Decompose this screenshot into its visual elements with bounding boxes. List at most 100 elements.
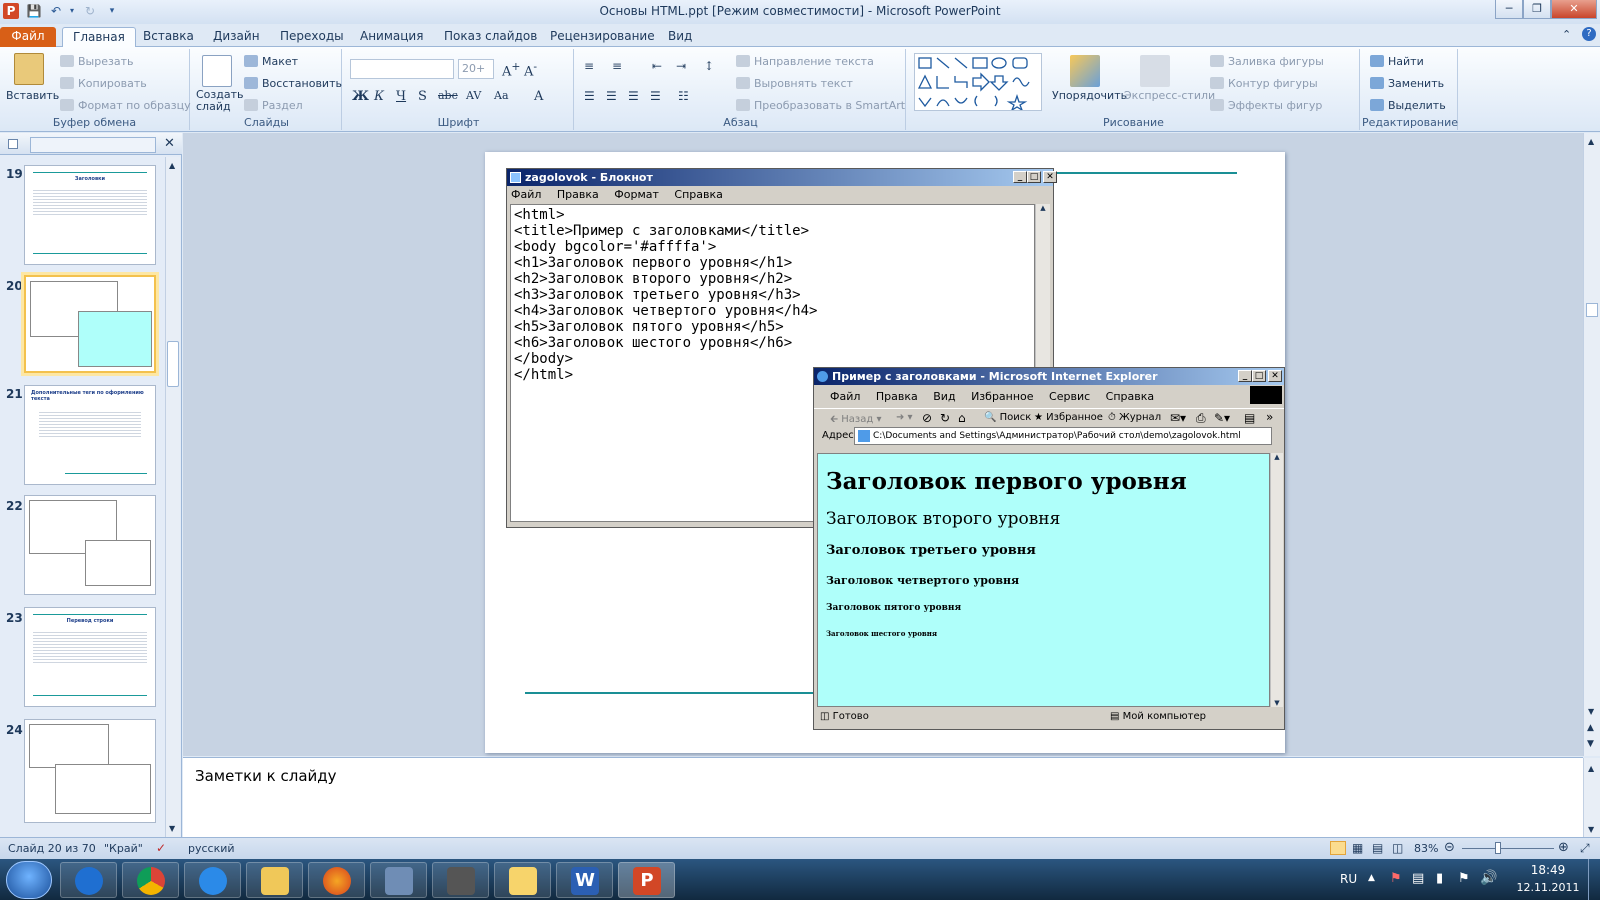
line-spacing-icon[interactable]: ↕ [704,59,714,73]
tab-design[interactable]: Дизайн [203,27,270,47]
close-button[interactable]: ✕ [1551,0,1597,19]
slide-vertical-scrollbar[interactable]: ▲ ▼ ▲ ▼ [1583,133,1600,756]
align-center-icon[interactable]: ☰ [606,89,617,103]
spellcheck-icon[interactable]: ✓ [156,841,166,855]
power-icon[interactable]: ▮ [1436,871,1443,886]
scroll-down-icon[interactable]: ▼ [169,824,175,833]
scroll-up-icon[interactable]: ▲ [1271,453,1283,461]
ie-favorites-button[interactable]: ★ Избранное [1034,412,1103,423]
scroll-up-icon[interactable]: ▲ [1588,137,1594,146]
quick-styles-button[interactable]: Экспресс-стили [1124,89,1215,102]
ie-menu-tools[interactable]: Сервис [1049,390,1090,403]
align-left-icon[interactable]: ☰ [584,89,595,103]
taskbar-app[interactable] [370,862,427,898]
taskbar-firefox[interactable] [308,862,365,898]
ie-menu-file[interactable]: Файл [830,390,860,403]
ie-forward-button[interactable]: ➜ ▾ [896,412,913,423]
find-button[interactable]: Найти [1370,55,1424,68]
shape-outline-button[interactable]: Контур фигуры [1210,77,1318,90]
ie-discuss-icon[interactable]: ▤ [1244,411,1255,425]
shape-effects-button[interactable]: Эффекты фигур [1210,99,1322,112]
select-button[interactable]: Выделить [1370,99,1446,112]
notepad-menu-file[interactable]: Файл [511,188,541,201]
columns-icon[interactable]: ☷ [678,89,689,103]
zoom-slider[interactable] [1462,848,1554,849]
ie-scrollbar[interactable]: ▲ ▼ [1270,453,1283,707]
bold-icon[interactable]: Ж [352,89,369,104]
slides-tab-icon[interactable] [8,139,18,149]
action-center-icon[interactable]: ⚑ [1390,871,1402,886]
slide-thumbnail-23[interactable]: Перевод строки [24,607,156,707]
ie-search-button[interactable]: 🔍 Поиск [984,412,1031,423]
strikethrough-icon[interactable]: abc [438,89,458,102]
notepad-minimize-icon[interactable]: _ [1013,171,1027,183]
taskbar-media-player[interactable] [60,862,117,898]
ie-maximize-icon[interactable]: □ [1252,370,1266,382]
theme-name[interactable]: "Край" [104,842,143,855]
language-bar[interactable]: RU [1340,872,1357,886]
tab-transitions[interactable]: Переходы [270,27,354,47]
taskbar-explorer[interactable] [246,862,303,898]
clock-time[interactable]: 18:49 [1518,863,1578,877]
italic-icon[interactable]: К [374,89,384,104]
scroll-up-icon[interactable]: ▲ [169,161,175,170]
tab-animation[interactable]: Анимация [350,27,433,47]
shrink-font-icon[interactable]: A- [524,60,537,79]
flag-icon[interactable]: ⚑ [1458,871,1470,886]
cut-button[interactable]: Вырезать [60,55,133,68]
taskbar-chrome[interactable] [122,862,179,898]
ie-menu-help[interactable]: Справка [1106,390,1154,403]
taskbar-ie[interactable] [184,862,241,898]
outline-tab[interactable] [30,137,156,153]
reading-view-icon[interactable]: ▤ [1372,841,1383,855]
tab-slideshow[interactable]: Показ слайдов [434,27,547,47]
zoom-out-icon[interactable]: ⊝ [1444,840,1455,855]
ie-window[interactable]: Пример с заголовками - Microsoft Interne… [813,367,1285,730]
ie-print-icon[interactable]: ⎙ [1196,411,1206,426]
slideshow-icon[interactable]: ◫ [1392,841,1403,855]
notes-scrollbar[interactable]: ▲ ▼ [1583,758,1600,838]
smartart-button[interactable]: Преобразовать в SmartArt [736,99,905,112]
tab-insert[interactable]: Вставка [133,27,204,47]
slide-thumbnail-19[interactable]: Заголовки [24,165,156,265]
replace-button[interactable]: Заменить [1370,77,1444,90]
font-name-combo[interactable] [350,59,454,79]
notes-pane[interactable]: Заметки к слайду ▲ ▼ [183,757,1600,838]
ie-menu-favorites[interactable]: Избранное [971,390,1033,403]
show-hidden-icons[interactable]: ▲ [1368,873,1375,883]
close-panel-icon[interactable]: ✕ [164,136,175,151]
normal-view-icon[interactable] [1330,841,1346,855]
show-desktop-button[interactable] [1588,859,1600,900]
font-color-icon[interactable]: A [534,89,543,104]
tab-file[interactable]: Файл [0,27,56,47]
zoom-level[interactable]: 83% [1414,842,1438,855]
spacing-icon[interactable]: AV [466,89,481,102]
bullets-icon[interactable]: ≡ [584,59,594,73]
ie-mail-icon[interactable]: ✉▾ [1170,411,1186,425]
ie-address-input[interactable]: C:\Documents and Settings\Администратор\… [854,427,1272,445]
help-icon[interactable]: ? [1582,27,1596,41]
shadow-icon[interactable]: S [418,89,427,104]
taskbar-app2[interactable] [432,862,489,898]
layout-button[interactable]: Макет [244,55,298,68]
format-painter-button[interactable]: Формат по образцу [60,99,191,112]
ie-stop-icon[interactable]: ⊘ [922,411,932,425]
scroll-thumb[interactable] [167,341,179,387]
notepad-menu-format[interactable]: Формат [614,188,659,201]
increase-indent-icon[interactable]: ⇥ [676,59,686,73]
volume-icon[interactable]: 🔊 [1480,870,1497,886]
taskbar-word[interactable]: W [556,862,613,898]
slide-thumbnail-24[interactable] [24,719,156,823]
section-button[interactable]: Раздел [244,99,303,112]
ie-menu-edit[interactable]: Правка [876,390,918,403]
ie-more-icon[interactable]: » [1266,410,1273,424]
new-slide-icon[interactable] [202,55,232,87]
arrange-icon[interactable] [1070,55,1100,87]
next-slide-icon[interactable]: ▼ [1587,739,1594,749]
language-indicator[interactable]: русский [188,842,235,855]
zoom-in-icon[interactable]: ⊕ [1558,840,1569,855]
ie-minimize-icon[interactable]: _ [1238,370,1252,382]
ie-menu-view[interactable]: Вид [933,390,955,403]
clock-date[interactable]: 12.11.2011 [1512,881,1584,894]
ie-home-icon[interactable]: ⌂ [958,411,966,425]
